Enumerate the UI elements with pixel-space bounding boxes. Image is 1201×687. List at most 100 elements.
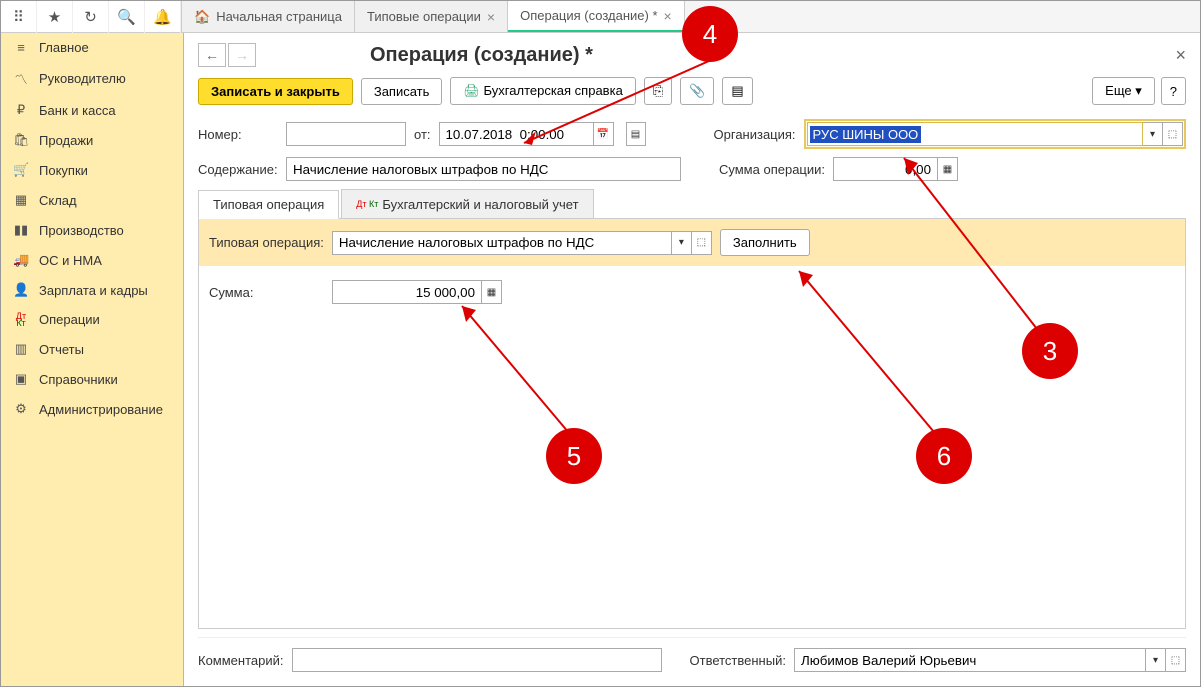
sidebar-item-label: Главное	[39, 40, 89, 55]
apps-icon[interactable]: ⠿	[1, 1, 37, 33]
sidebar-item-production[interactable]: ▮▮ Производство	[1, 215, 183, 245]
more-button[interactable]: Еще ▾	[1092, 77, 1155, 105]
report-icon: ▥	[13, 341, 29, 357]
from-label: от:	[414, 127, 431, 142]
close-page-button[interactable]: ×	[1175, 45, 1186, 66]
dropdown-icon[interactable]: ▾	[672, 231, 692, 255]
save-close-button[interactable]: Записать и закрыть	[198, 78, 353, 105]
comment-label: Комментарий:	[198, 653, 284, 668]
sidebar-item-bank[interactable]: ₽ Банк и касса	[1, 95, 183, 125]
calc-icon[interactable]: ▦	[482, 280, 502, 304]
close-icon[interactable]: ×	[487, 9, 495, 25]
callout-5: 5	[546, 428, 602, 484]
tab-panel: Типовая операция: ▾ ⬚ Заполнить Сумма: ▦	[198, 219, 1186, 629]
history-icon[interactable]: ↻	[73, 1, 109, 33]
dropdown-icon[interactable]: ▾	[1143, 122, 1163, 146]
chart-icon: 〽	[13, 69, 29, 88]
content-input[interactable]	[286, 157, 681, 181]
topbar-icons: ⠿ ★ ↻ 🔍 🔔	[1, 1, 182, 32]
sum-label: Сумма операции:	[719, 162, 825, 177]
forward-button[interactable]: →	[228, 43, 256, 67]
truck-icon: 🚚	[13, 252, 29, 268]
back-button[interactable]: ←	[198, 43, 226, 67]
tab-operation-create[interactable]: Операция (создание) * ×	[508, 1, 685, 32]
sidebar-item-warehouse[interactable]: ▦ Склад	[1, 185, 183, 215]
structure-button[interactable]: ⎘	[644, 77, 672, 105]
star-icon[interactable]: ★	[37, 1, 73, 33]
calendar-icon[interactable]: 📅	[594, 122, 614, 146]
tab-typical-operation[interactable]: Типовая операция	[198, 190, 339, 219]
sidebar-item-sales[interactable]: 🛍 Продажи	[1, 125, 183, 155]
amount-input[interactable]	[332, 280, 482, 304]
sidebar-item-assets[interactable]: 🚚 ОС и НМА	[1, 245, 183, 275]
doc-tabs: Типовая операция Дт Кт Бухгалтерский и н…	[198, 189, 1186, 219]
sidebar-item-label: Руководителю	[39, 71, 126, 86]
tab-label: Бухгалтерский и налоговый учет	[382, 197, 578, 212]
open-icon[interactable]: ⬚	[1163, 122, 1183, 146]
sidebar-item-label: Отчеты	[39, 342, 84, 357]
sidebar-item-admin[interactable]: ⚙ Администрирование	[1, 394, 183, 424]
extra-button[interactable]: ▤	[626, 122, 646, 146]
sidebar-item-label: ОС и НМА	[39, 253, 102, 268]
search-icon[interactable]: 🔍	[109, 1, 145, 33]
print-button[interactable]: 🖨 Бухгалтерская справка	[450, 77, 635, 105]
sidebar-item-operations[interactable]: ДтКтОперации	[1, 305, 183, 334]
bag-icon: 🛍	[13, 132, 29, 148]
callout-4: 4	[682, 6, 738, 62]
attach-button[interactable]: 📎	[680, 77, 714, 105]
sidebar-item-label: Производство	[39, 223, 124, 238]
number-input[interactable]	[286, 122, 406, 146]
sidebar-item-label: Покупки	[39, 163, 88, 178]
dtkt-icon: Дт Кт	[356, 201, 378, 208]
menu-icon: ≡	[13, 40, 29, 55]
callout-6: 6	[916, 428, 972, 484]
tab-home[interactable]: 🏠 Начальная страница	[182, 1, 355, 32]
sidebar-item-salary[interactable]: 👤Зарплата и кадры	[1, 275, 183, 305]
sidebar-item-label: Зарплата и кадры	[39, 283, 148, 298]
list-button[interactable]: ▤	[722, 77, 752, 105]
typop-input[interactable]	[332, 231, 672, 255]
sum-input[interactable]	[833, 157, 938, 181]
sidebar-item-label: Склад	[39, 193, 77, 208]
sidebar-item-main[interactable]: ≡ Главное	[1, 33, 183, 62]
sidebar-item-purchases[interactable]: 🛒Покупки	[1, 155, 183, 185]
calc-icon[interactable]: ▦	[938, 157, 958, 181]
dropdown-icon[interactable]: ▾	[1146, 648, 1166, 672]
number-label: Номер:	[198, 127, 278, 142]
sidebar-item-label: Администрирование	[39, 402, 163, 417]
tab-label: Типовые операции	[367, 9, 481, 24]
printer-icon: 🖨	[463, 83, 480, 98]
footer: Комментарий: Ответственный: ▾ ⬚	[198, 637, 1186, 676]
org-value: РУС ШИНЫ ООО	[810, 126, 922, 143]
ruble-icon: ₽	[13, 102, 29, 118]
more-label: Еще	[1105, 83, 1131, 98]
tab-label: Начальная страница	[216, 9, 342, 24]
org-input[interactable]: РУС ШИНЫ ООО	[807, 122, 1143, 146]
open-icon[interactable]: ⬚	[692, 231, 712, 255]
sidebar-item-manager[interactable]: 〽 Руководителю	[1, 62, 183, 95]
typop-label: Типовая операция:	[209, 235, 324, 250]
resp-input[interactable]	[794, 648, 1146, 672]
page-title: Операция (создание) *	[370, 44, 593, 67]
open-icon[interactable]: ⬚	[1166, 648, 1186, 672]
date-input[interactable]	[439, 122, 594, 146]
bell-icon[interactable]: 🔔	[145, 1, 181, 33]
grid-icon: ▦	[13, 192, 29, 208]
comment-input[interactable]	[292, 648, 662, 672]
sidebar-item-reports[interactable]: ▥ Отчеты	[1, 334, 183, 364]
fill-button[interactable]: Заполнить	[720, 229, 810, 256]
sidebar-item-label: Продажи	[39, 133, 93, 148]
top-toolbar: ⠿ ★ ↻ 🔍 🔔 🏠 Начальная страница Типовые о…	[1, 1, 1200, 33]
sidebar-item-label: Банк и касса	[39, 103, 116, 118]
dtkt-icon: ДтКт	[13, 313, 29, 327]
tab-typical-ops[interactable]: Типовые операции ×	[355, 1, 508, 32]
sidebar-item-catalogs[interactable]: ▣Справочники	[1, 364, 183, 394]
tab-accounting[interactable]: Дт Кт Бухгалтерский и налоговый учет	[341, 189, 593, 218]
save-button[interactable]: Записать	[361, 78, 443, 105]
close-icon[interactable]: ×	[664, 8, 672, 24]
bars-icon: ▮▮	[13, 222, 29, 238]
gear-icon: ⚙	[13, 401, 29, 417]
help-button[interactable]: ?	[1161, 77, 1186, 105]
callout-3: 3	[1022, 323, 1078, 379]
book-icon: ▣	[13, 371, 29, 387]
